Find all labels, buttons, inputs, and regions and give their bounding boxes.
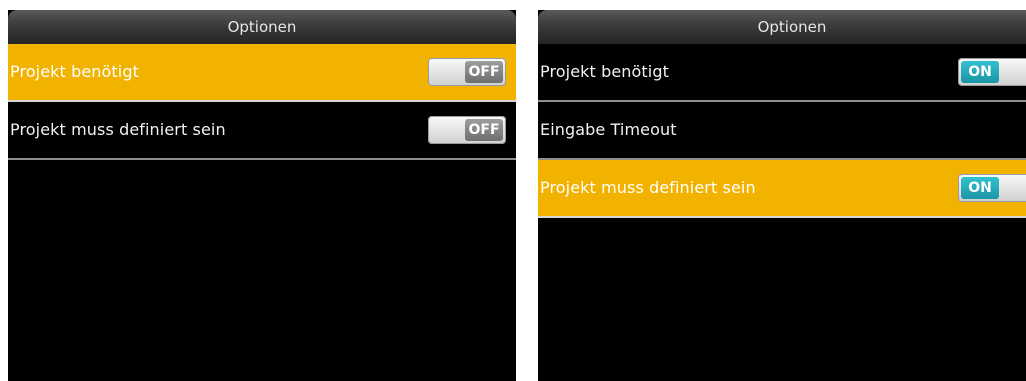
menu-item-label: Projekt muss definiert sein	[10, 120, 226, 139]
left-screen: Optionen Projekt benötigt OFF Projekt mu…	[8, 10, 516, 381]
menu-item-label: Projekt benötigt	[540, 62, 669, 81]
menu-item-projekt-benoetigt[interactable]: Projekt benötigt OFF	[8, 44, 516, 102]
toggle-state-label: OFF	[465, 61, 503, 83]
menu-item-projekt-muss-definiert-sein[interactable]: Projekt muss definiert sein OFF	[8, 102, 516, 160]
menu-item-label: Eingabe Timeout	[540, 120, 677, 139]
menu-item-label: Projekt benötigt	[10, 62, 139, 81]
toggle-switch[interactable]: ON	[958, 174, 1026, 202]
menu-item-label: Projekt muss definiert sein	[540, 178, 756, 197]
menu-item-projekt-benoetigt[interactable]: Projekt benötigt ON	[538, 44, 1026, 102]
menu-item-projekt-muss-definiert-sein[interactable]: Projekt muss definiert sein ON	[538, 160, 1026, 218]
screen-title: Optionen	[538, 10, 1026, 44]
toggle-switch[interactable]: OFF	[428, 116, 506, 144]
toggle-switch[interactable]: OFF	[428, 58, 506, 86]
toggle-state-label: OFF	[465, 119, 503, 141]
screen-title: Optionen	[8, 10, 516, 44]
toggle-state-label: ON	[961, 61, 999, 83]
toggle-state-label: ON	[961, 177, 999, 199]
toggle-switch[interactable]: ON	[958, 58, 1026, 86]
right-screen: Optionen Projekt benötigt ON Eingabe Tim…	[538, 10, 1026, 381]
menu-item-eingabe-timeout[interactable]: Eingabe Timeout 5	[538, 102, 1026, 160]
